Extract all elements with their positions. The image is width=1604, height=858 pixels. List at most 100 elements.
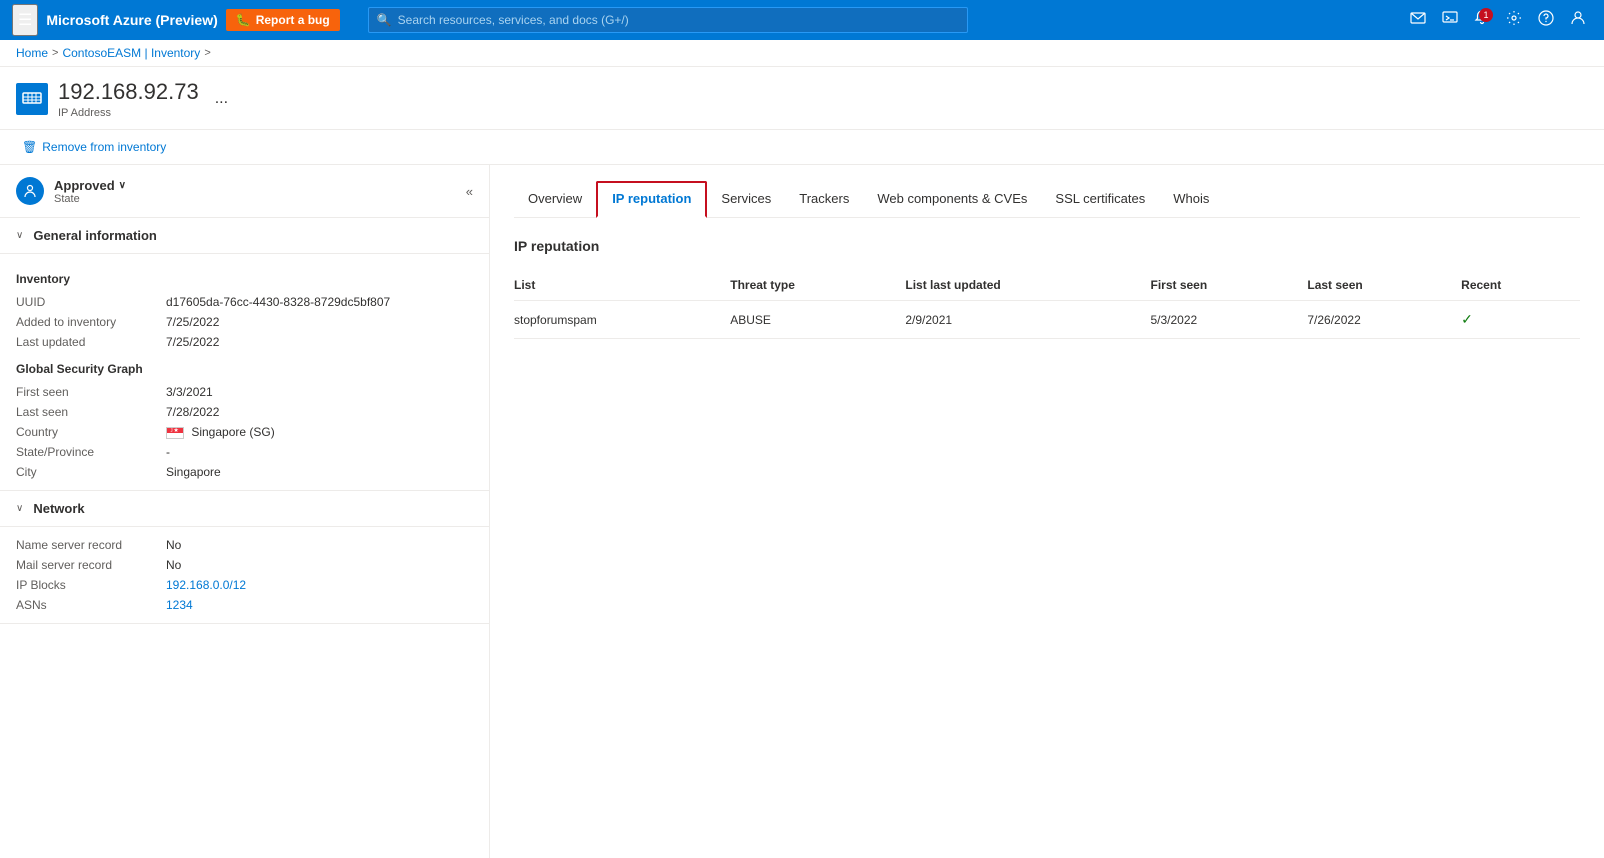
table-header: List Threat type List last updated First… — [514, 270, 1580, 301]
city-label: City — [16, 465, 166, 479]
remove-from-inventory-button[interactable]: 🗑 Remove from inventory — [16, 136, 172, 158]
ipblocks-link[interactable]: 192.168.0.0/12 — [166, 578, 246, 592]
topbar: ☰ Microsoft Azure (Preview) 🐛 Report a b… — [0, 0, 1604, 40]
notifications-button[interactable]: 1 — [1468, 6, 1496, 35]
network-chevron: ∨ — [16, 503, 23, 514]
settings-button[interactable] — [1500, 6, 1528, 35]
page-title: 192.168.92.73 — [58, 79, 199, 105]
help-button[interactable] — [1532, 6, 1560, 35]
nameserver-label: Name server record — [16, 538, 166, 552]
info-row-nameserver: Name server record No — [16, 535, 473, 555]
page-header: 192.168.92.73 IP Address ... — [0, 67, 1604, 130]
cell-list: stopforumspam — [514, 301, 730, 339]
general-info-content: Inventory UUID d17605da-76cc-4430-8328-8… — [0, 254, 489, 491]
panel-collapse-button[interactable]: « — [466, 184, 473, 199]
first-seen-label: First seen — [16, 385, 166, 399]
added-label: Added to inventory — [16, 315, 166, 329]
asns-link[interactable]: 1234 — [166, 598, 193, 612]
tab-ip-reputation[interactable]: IP reputation — [596, 181, 707, 218]
table-body: stopforumspam ABUSE 2/9/2021 5/3/2022 7/… — [514, 301, 1580, 339]
notification-count: 1 — [1479, 8, 1493, 22]
breadcrumb-home[interactable]: Home — [16, 46, 48, 60]
tab-services[interactable]: Services — [707, 183, 785, 218]
tab-whois[interactable]: Whois — [1159, 183, 1223, 218]
app-title: Microsoft Azure (Preview) — [46, 12, 217, 28]
account-button[interactable] — [1564, 6, 1592, 35]
info-row-updated: Last updated 7/25/2022 — [16, 332, 473, 352]
network-title: Network — [33, 501, 84, 516]
city-value: Singapore — [166, 465, 473, 479]
uuid-value: d17605da-76cc-4430-8328-8729dc5bf807 — [166, 295, 473, 309]
cloud-shell-button[interactable] — [1436, 6, 1464, 35]
cell-first-seen: 5/3/2022 — [1150, 301, 1307, 339]
state-label[interactable]: Approved ∨ — [54, 178, 126, 193]
first-seen-value: 3/3/2021 — [166, 385, 473, 399]
mailserver-label: Mail server record — [16, 558, 166, 572]
general-info-title: General information — [33, 228, 157, 243]
asns-label: ASNs — [16, 598, 166, 612]
col-last-seen: Last seen — [1307, 270, 1461, 301]
bug-btn-label: Report a bug — [256, 13, 330, 27]
security-group-title: Global Security Graph — [16, 362, 473, 376]
cell-threat-type: ABUSE — [730, 301, 905, 339]
ip-reputation-table: List Threat type List last updated First… — [514, 270, 1580, 339]
last-seen-label: Last seen — [16, 405, 166, 419]
tab-web-components[interactable]: Web components & CVEs — [863, 183, 1041, 218]
table-row: stopforumspam ABUSE 2/9/2021 5/3/2022 7/… — [514, 301, 1580, 339]
added-value: 7/25/2022 — [166, 315, 473, 329]
col-first-seen: First seen — [1150, 270, 1307, 301]
state-province-label: State/Province — [16, 445, 166, 459]
right-panel: Overview IP reputation Services Trackers… — [490, 165, 1604, 858]
cell-last-seen: 7/26/2022 — [1307, 301, 1461, 339]
search-icon: 🔍 — [377, 13, 392, 27]
info-row-ipblocks: IP Blocks 192.168.0.0/12 — [16, 575, 473, 595]
recent-check-icon: ✓ — [1461, 311, 1473, 327]
state-chevron: ∨ — [119, 180, 126, 191]
info-row-uuid: UUID d17605da-76cc-4430-8328-8729dc5bf80… — [16, 292, 473, 312]
tab-ssl-certificates[interactable]: SSL certificates — [1041, 183, 1159, 218]
uuid-label: UUID — [16, 295, 166, 309]
search-input[interactable] — [398, 13, 959, 27]
breadcrumb-sep1: > — [52, 47, 58, 59]
info-row-state: State/Province - — [16, 442, 473, 462]
state-icon — [16, 177, 44, 205]
action-bar: 🗑 Remove from inventory — [0, 130, 1604, 165]
hamburger-button[interactable]: ☰ — [12, 4, 38, 36]
nameserver-value: No — [166, 538, 473, 552]
remove-label: Remove from inventory — [42, 140, 166, 154]
col-list-last-updated: List last updated — [905, 270, 1150, 301]
cell-recent: ✓ — [1461, 301, 1580, 339]
network-header[interactable]: ∨ Network — [0, 491, 489, 527]
singapore-flag — [166, 427, 184, 439]
tab-overview[interactable]: Overview — [514, 183, 596, 218]
updated-value: 7/25/2022 — [166, 335, 473, 349]
last-seen-value: 7/28/2022 — [166, 405, 473, 419]
general-info-chevron: ∨ — [16, 230, 23, 241]
state-sub: State — [54, 193, 126, 205]
info-row-mailserver: Mail server record No — [16, 555, 473, 575]
country-label: Country — [16, 425, 166, 439]
info-row-asns: ASNs 1234 — [16, 595, 473, 615]
general-info-header[interactable]: ∨ General information — [0, 218, 489, 254]
state-section: Approved ∨ State « — [0, 165, 489, 218]
country-value: Singapore (SG) — [166, 425, 473, 439]
info-row-first-seen: First seen 3/3/2021 — [16, 382, 473, 402]
more-options-button[interactable]: ... — [209, 88, 234, 110]
col-threat-type: Threat type — [730, 270, 905, 301]
ip-reputation-title: IP reputation — [514, 238, 1580, 254]
topbar-icons: 1 — [1404, 6, 1592, 35]
col-recent: Recent — [1461, 270, 1580, 301]
report-bug-button[interactable]: 🐛 Report a bug — [226, 9, 340, 31]
email-icon-button[interactable] — [1404, 6, 1432, 35]
left-panel: Approved ∨ State « ∨ General information… — [0, 165, 490, 858]
ip-address-icon — [16, 83, 48, 115]
info-row-city: City Singapore — [16, 462, 473, 482]
state-info: Approved ∨ State — [54, 178, 126, 205]
inventory-group-title: Inventory — [16, 272, 473, 286]
breadcrumb: Home > ContosoEASM | Inventory > — [0, 40, 1604, 67]
breadcrumb-workspace[interactable]: ContosoEASM | Inventory — [62, 46, 200, 60]
main-content: Approved ∨ State « ∨ General information… — [0, 165, 1604, 858]
tab-trackers[interactable]: Trackers — [785, 183, 863, 218]
page-title-group: 192.168.92.73 IP Address — [58, 79, 199, 119]
bug-icon: 🐛 — [236, 13, 251, 27]
